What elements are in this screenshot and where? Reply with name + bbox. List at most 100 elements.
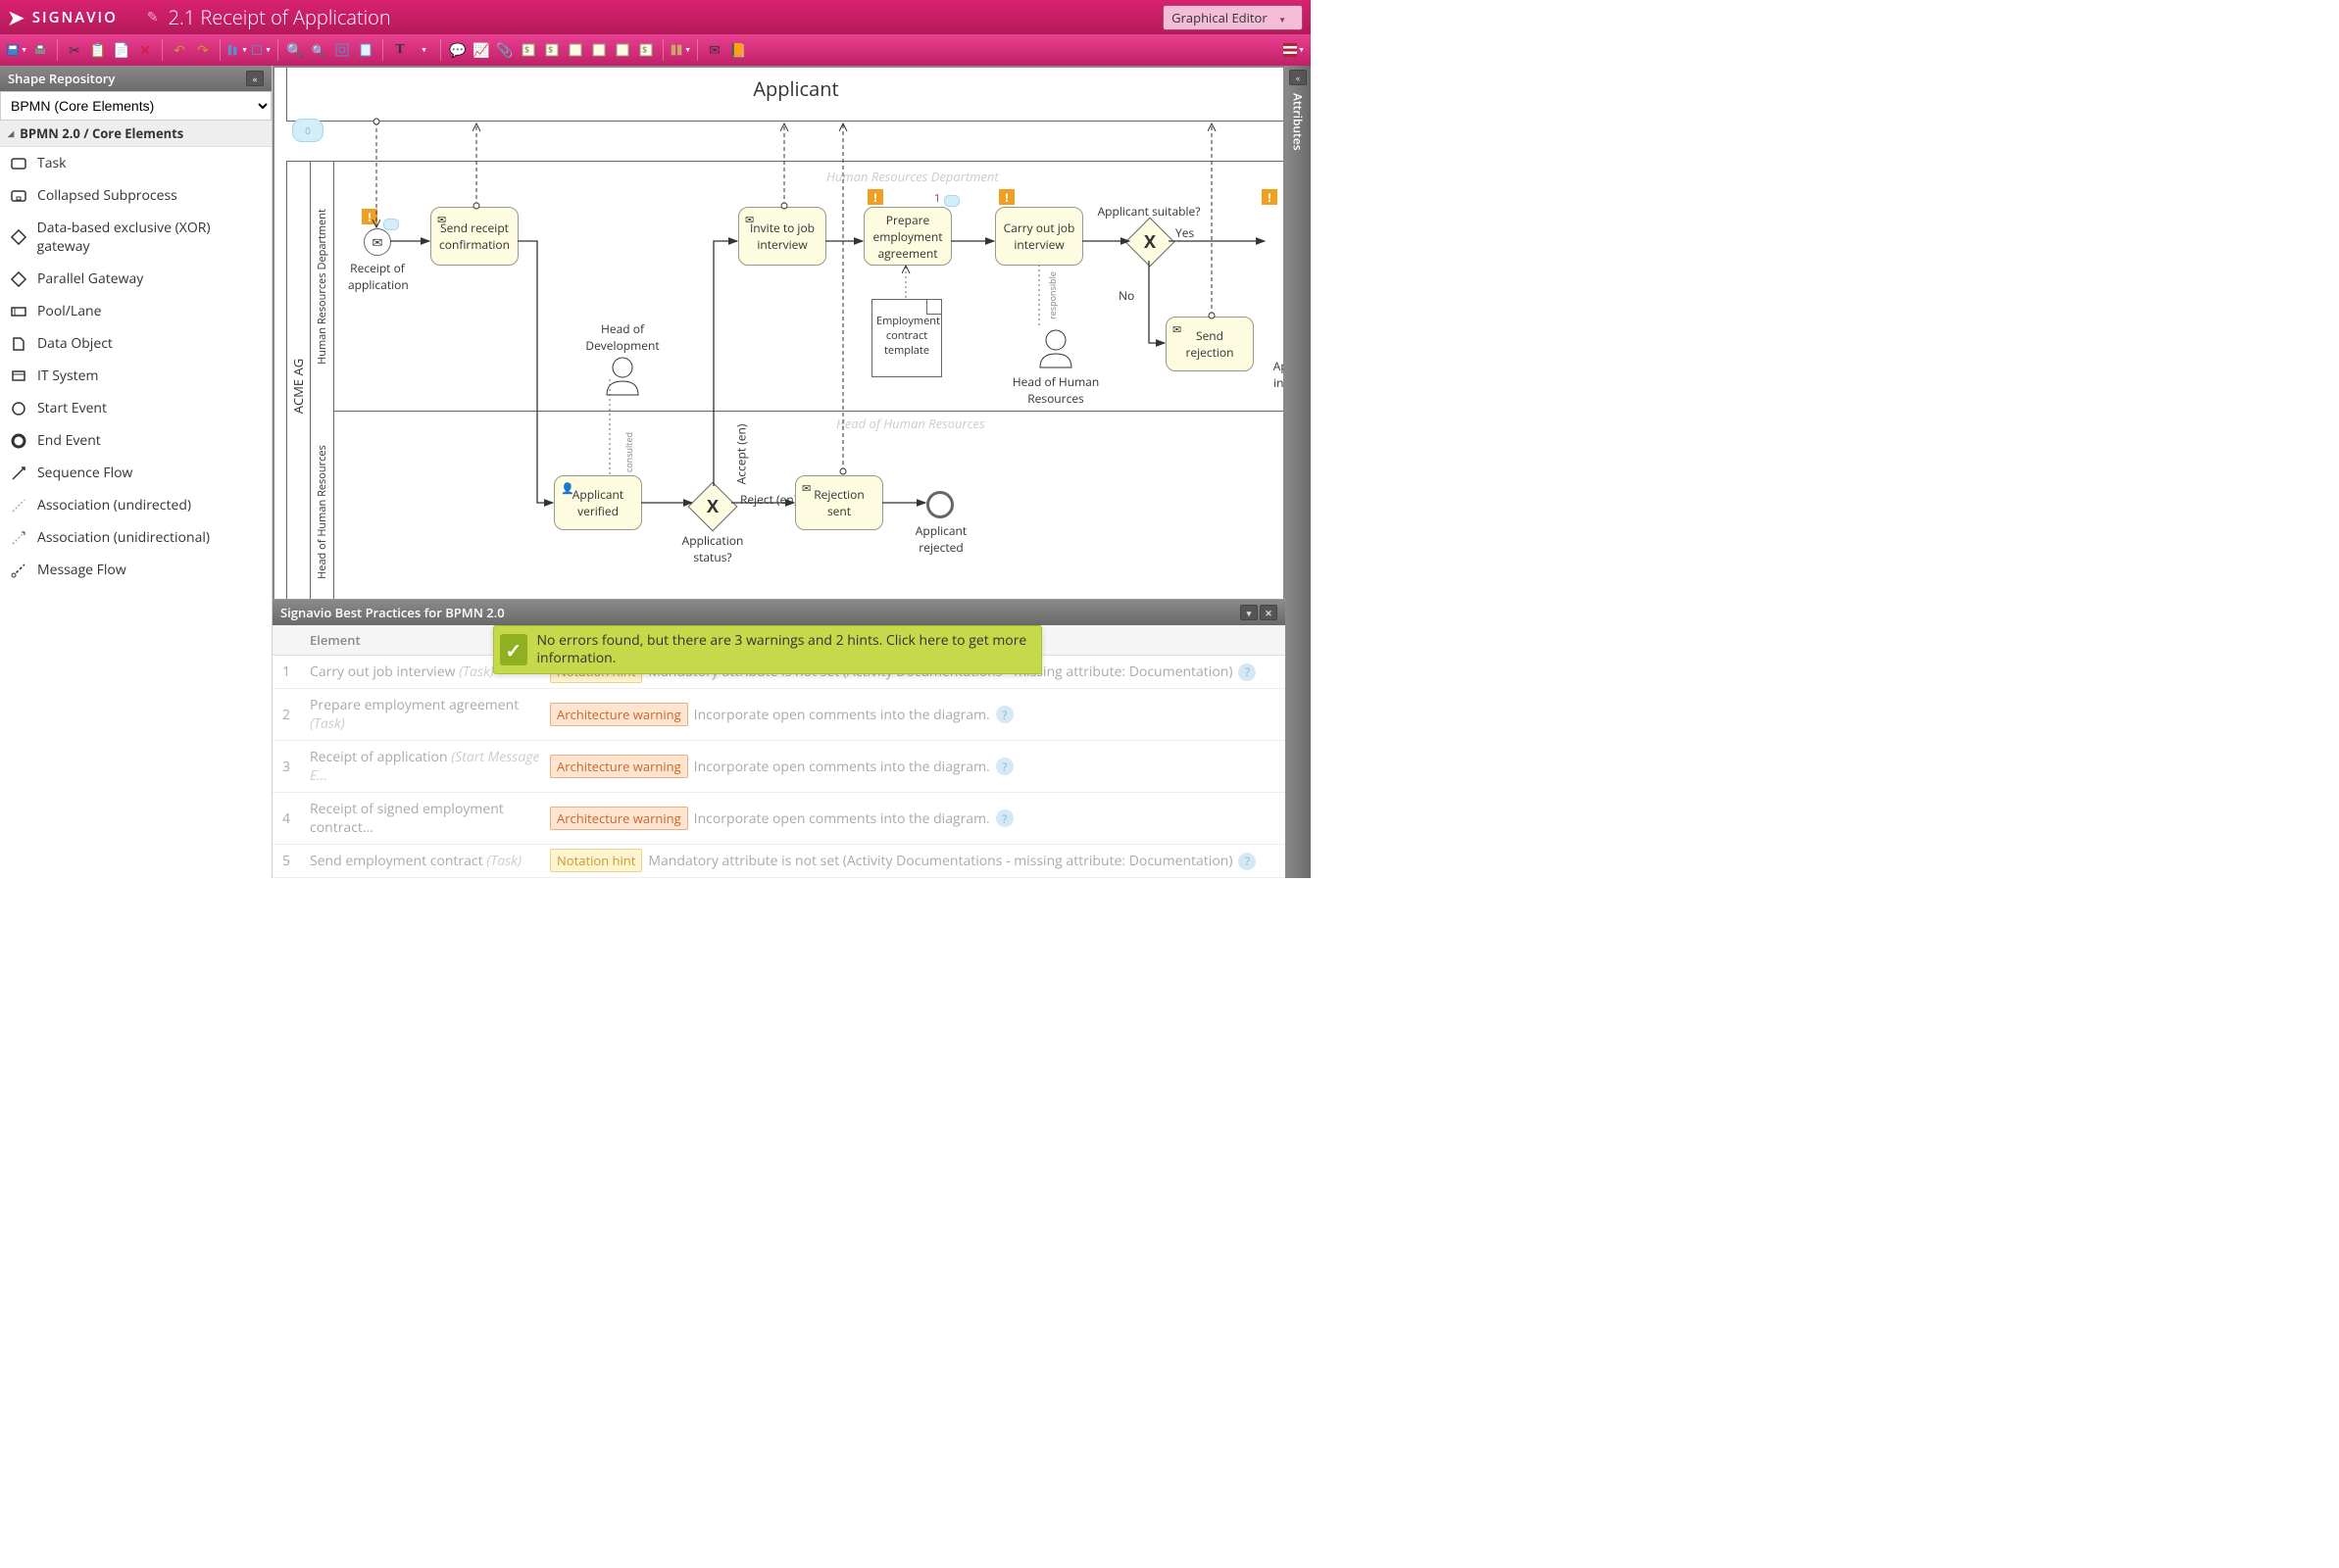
app-logo: ➤ SIGNAVIO bbox=[8, 4, 118, 30]
help-icon[interactable]: ? bbox=[1238, 853, 1256, 870]
pencil-icon[interactable]: ✎ bbox=[147, 8, 159, 26]
views-button[interactable]: ▼ bbox=[670, 39, 691, 61]
dict6-button[interactable]: $ bbox=[635, 39, 657, 61]
shape-item-parallel[interactable]: Parallel Gateway bbox=[0, 263, 272, 295]
badge: Architecture warning bbox=[550, 755, 688, 778]
distribute-button[interactable]: ▼ bbox=[250, 39, 272, 61]
invite-button[interactable]: ✉ bbox=[704, 39, 725, 61]
task-carryout[interactable]: Carry out job interview bbox=[995, 207, 1083, 266]
undo-button[interactable]: ↶ bbox=[169, 39, 190, 61]
colors-button[interactable]: ▼ bbox=[413, 39, 434, 61]
data-object-template[interactable]: Employment contract template bbox=[871, 299, 942, 377]
shape-item-assoc[interactable]: Association (undirected) bbox=[0, 489, 272, 521]
svg-text:$: $ bbox=[642, 43, 647, 56]
warn-badge-start[interactable]: ! bbox=[362, 209, 377, 224]
comments-bubble[interactable]: 0 bbox=[292, 119, 323, 142]
save-button[interactable]: ▼ bbox=[6, 39, 27, 61]
help-icon[interactable]: ? bbox=[996, 809, 1014, 827]
shape-item-subprocess[interactable]: Collapsed Subprocess bbox=[0, 179, 272, 212]
bp-close-button[interactable]: ✕ bbox=[1260, 605, 1277, 620]
canvas-wrap[interactable]: Applicant 0 ACME AG Human Resources Depa… bbox=[273, 66, 1285, 599]
validation-notification[interactable]: ✓ No errors found, but there are 3 warni… bbox=[493, 625, 1042, 674]
task-rejection-sent[interactable]: ✉ Rejection sent bbox=[795, 475, 883, 530]
comments-button[interactable]: 💬 bbox=[447, 39, 469, 61]
zoom-out-button[interactable]: 🔍 bbox=[308, 39, 329, 61]
comment-marker-start[interactable] bbox=[383, 219, 399, 230]
warn-badge-prepare[interactable]: ! bbox=[868, 189, 883, 205]
redo-button[interactable]: ↷ bbox=[192, 39, 214, 61]
dict3-button[interactable] bbox=[565, 39, 586, 61]
bp-row[interactable]: 5Send employment contract (Task)Notation… bbox=[273, 845, 1285, 878]
editor-mode-select[interactable]: Graphical Editor bbox=[1163, 5, 1303, 30]
shape-item-msgflow[interactable]: Message Flow bbox=[0, 554, 272, 586]
task-prepare[interactable]: Prepare employment agreement bbox=[864, 207, 952, 266]
gateway-status[interactable]: X bbox=[688, 482, 738, 532]
help-icon[interactable]: ? bbox=[1238, 663, 1256, 681]
bp-row[interactable]: 2Prepare employment agreement (Task)Arch… bbox=[273, 689, 1285, 741]
lane-head-hr[interactable]: Head of Human Resources bbox=[311, 412, 334, 599]
shape-item-start[interactable]: Start Event bbox=[0, 392, 272, 424]
assocdir-icon bbox=[10, 529, 27, 547]
help-icon[interactable]: ? bbox=[996, 706, 1014, 723]
itsystem-icon bbox=[10, 368, 27, 385]
lane-hr[interactable]: Human Resources Department bbox=[311, 162, 334, 412]
cut-button[interactable]: ✂ bbox=[64, 39, 85, 61]
shape-item-itsystem[interactable]: IT System bbox=[0, 360, 272, 392]
zoom-page-button[interactable] bbox=[355, 39, 376, 61]
warn-badge-carryout[interactable]: ! bbox=[999, 189, 1015, 205]
task-send-rejection[interactable]: ✉ Send rejection bbox=[1166, 317, 1254, 371]
comment-marker-prepare[interactable] bbox=[944, 195, 960, 207]
stencil-set-select[interactable]: BPMN (Core Elements) bbox=[0, 91, 272, 121]
expand-right-button[interactable]: « bbox=[1289, 70, 1307, 85]
attributes-label[interactable]: Attributes bbox=[1290, 93, 1307, 151]
task-invite[interactable]: ✉ Invite to job interview bbox=[738, 207, 826, 266]
attach-button[interactable]: 📎 bbox=[494, 39, 516, 61]
shape-item-pool[interactable]: Pool/Lane bbox=[0, 295, 272, 327]
bp-collapse-button[interactable]: ▾ bbox=[1240, 605, 1258, 620]
bp-row[interactable]: 4Receipt of signed employment contract..… bbox=[273, 793, 1285, 845]
print-button[interactable] bbox=[29, 39, 51, 61]
dict2-button[interactable]: $ bbox=[541, 39, 563, 61]
delete-button[interactable]: ✕ bbox=[134, 39, 156, 61]
bp-row[interactable]: 3Receipt of application (Start Message E… bbox=[273, 741, 1285, 793]
pool-applicant[interactable]: Applicant bbox=[286, 68, 1283, 122]
paste-button[interactable]: 📄 bbox=[111, 39, 132, 61]
shape-item-assocdir[interactable]: Association (unidirectional) bbox=[0, 521, 272, 554]
end-event-rejected[interactable] bbox=[926, 491, 954, 518]
shape-item-xor[interactable]: Data-based exclusive (XOR) gateway bbox=[0, 212, 272, 263]
start-event-receipt[interactable]: ✉ bbox=[364, 228, 391, 256]
simulation-button[interactable]: 📈 bbox=[471, 39, 492, 61]
zoom-fit-button[interactable] bbox=[331, 39, 353, 61]
language-button[interactable]: ▼ bbox=[1283, 39, 1305, 61]
pool-acme-label: ACME AG bbox=[287, 162, 311, 599]
collapse-left-button[interactable]: « bbox=[246, 71, 264, 86]
help-button[interactable]: 📙 bbox=[727, 39, 749, 61]
copy-button[interactable]: 📋 bbox=[87, 39, 109, 61]
document-title[interactable]: 2.1 Receipt of Application bbox=[169, 4, 391, 30]
pool-applicant-label: Applicant bbox=[287, 75, 1283, 102]
gateway-suitable[interactable]: X bbox=[1125, 218, 1175, 268]
pool-acme[interactable]: ACME AG Human Resources Department Head … bbox=[286, 161, 1283, 599]
warn-badge-right[interactable]: ! bbox=[1262, 189, 1277, 205]
dict1-button[interactable]: $ bbox=[518, 39, 539, 61]
dict5-button[interactable] bbox=[612, 39, 633, 61]
shape-item-dataobj[interactable]: Data Object bbox=[0, 327, 272, 360]
shape-item-end[interactable]: End Event bbox=[0, 424, 272, 457]
main-layout: Shape Repository « BPMN (Core Elements) … bbox=[0, 66, 1311, 878]
format-button[interactable]: T bbox=[389, 39, 411, 61]
person-head-dev[interactable]: Head of Development bbox=[573, 320, 672, 401]
shape-category-header[interactable]: BPMN 2.0 / Core Elements bbox=[0, 121, 272, 147]
person-head-hr[interactable]: Head of Human Resources bbox=[1007, 326, 1105, 407]
align-button[interactable]: ▼ bbox=[226, 39, 248, 61]
shape-item-task[interactable]: Task bbox=[0, 147, 272, 179]
zoom-in-button[interactable]: 🔍 bbox=[284, 39, 306, 61]
label-no: No bbox=[1119, 287, 1134, 304]
shape-item-seqflow[interactable]: Sequence Flow bbox=[0, 457, 272, 489]
task-verified[interactable]: 👤 Applicant verified bbox=[554, 475, 642, 530]
app-header: ➤ SIGNAVIO ✎ 2.1 Receipt of Application … bbox=[0, 0, 1311, 34]
task-send-receipt[interactable]: ✉ Send receipt confirmation bbox=[430, 207, 519, 266]
badge: Notation hint bbox=[550, 849, 642, 872]
dict4-button[interactable] bbox=[588, 39, 610, 61]
diagram-canvas[interactable]: Applicant 0 ACME AG Human Resources Depa… bbox=[274, 68, 1283, 599]
help-icon[interactable]: ? bbox=[996, 758, 1014, 775]
